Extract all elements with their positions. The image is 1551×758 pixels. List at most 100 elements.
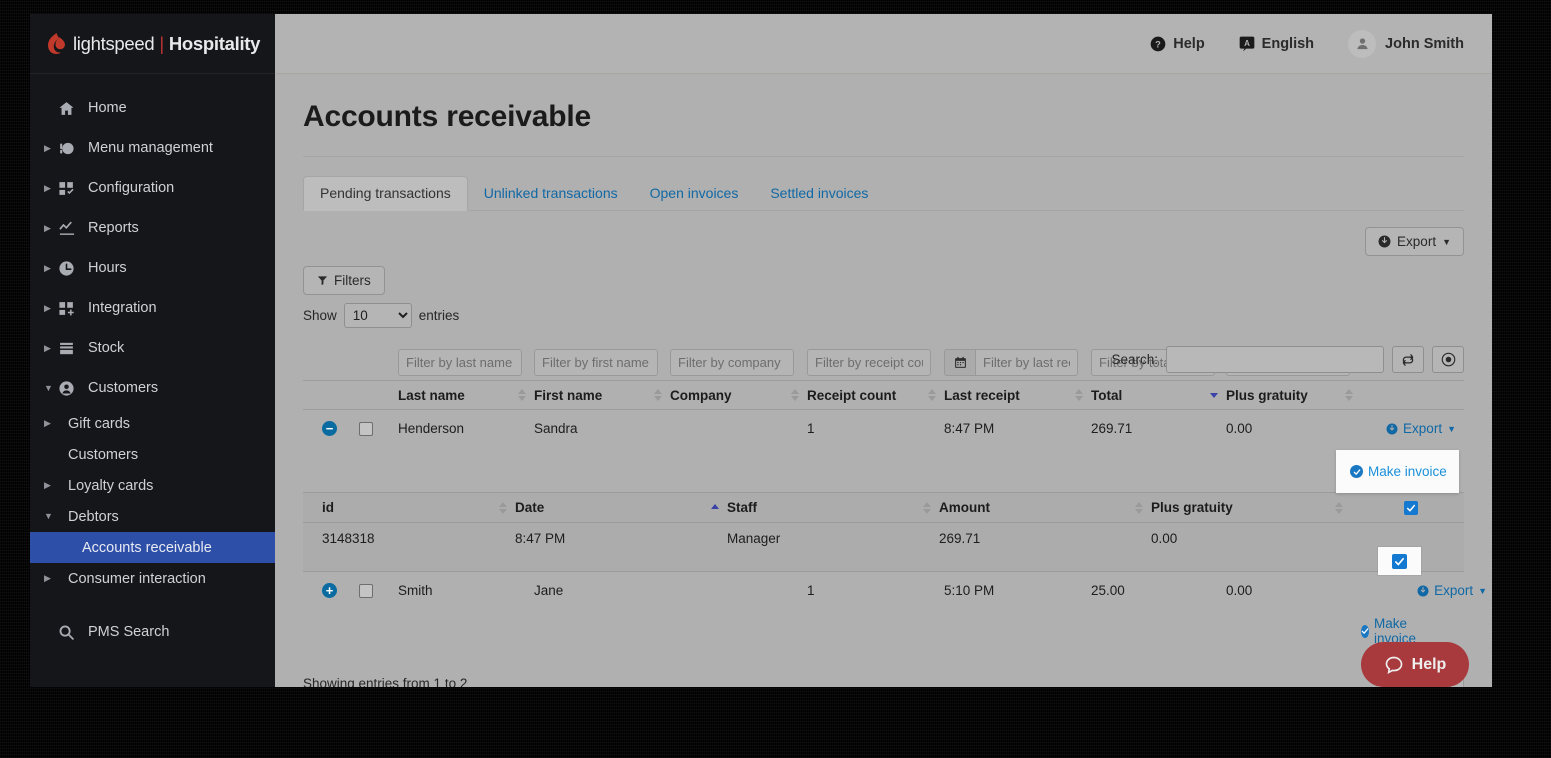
subtable-row-checkbox[interactable] bbox=[1392, 553, 1407, 569]
filters-button[interactable]: Filters bbox=[303, 266, 385, 295]
table-row[interactable]: + Smith Jane 1 5:10 PM 25.00 0.00 Export… bbox=[303, 571, 1487, 655]
search-label: Search: bbox=[1111, 352, 1158, 367]
calendar-icon[interactable] bbox=[944, 348, 975, 376]
row-export-dropdown[interactable]: Export ▼ bbox=[1417, 583, 1487, 598]
col-last-receipt[interactable]: Last receipt bbox=[944, 388, 1091, 403]
sidebar-item-reports[interactable]: ▶ Reports bbox=[30, 208, 275, 248]
row-checkbox[interactable] bbox=[359, 583, 373, 598]
col-receipt-count[interactable]: Receipt count bbox=[807, 388, 944, 403]
col-plus-gratuity[interactable]: Plus gratuity bbox=[1226, 388, 1361, 403]
chevron-right-icon[interactable]: ▶ bbox=[44, 223, 58, 233]
clear-filters-button[interactable] bbox=[1432, 346, 1464, 373]
row-checkbox[interactable] bbox=[359, 421, 373, 436]
select-all-checkbox[interactable] bbox=[1404, 500, 1418, 515]
column-label: Date bbox=[515, 500, 545, 515]
sort-icon[interactable] bbox=[1334, 501, 1343, 514]
application-window: lightspeed | Hospitality Home ▶ Menu man… bbox=[30, 14, 1492, 687]
language-label: English bbox=[1261, 35, 1315, 52]
sort-icon[interactable] bbox=[1074, 389, 1083, 401]
user-menu[interactable]: John Smith bbox=[1348, 29, 1464, 58]
col-company[interactable]: Company bbox=[670, 388, 807, 403]
sort-icon[interactable] bbox=[922, 501, 931, 514]
sidebar-item-accounts-receivable[interactable]: Accounts receivable bbox=[30, 532, 275, 563]
sidebar-item-pms-search[interactable]: PMS Search bbox=[30, 612, 275, 652]
table-row[interactable]: − Henderson Sandra 1 8:47 PM 269.71 0.00 bbox=[303, 410, 1464, 492]
sidebar-item-configuration[interactable]: ▶ Configuration bbox=[30, 168, 275, 208]
subcol-staff[interactable]: Staff bbox=[727, 500, 939, 515]
col-first-name[interactable]: First name bbox=[534, 388, 670, 403]
tab-bar: Pending transactions Unlinked transactio… bbox=[303, 176, 1464, 211]
chevron-right-icon[interactable]: ▶ bbox=[44, 419, 68, 428]
chevron-right-icon[interactable]: ▶ bbox=[44, 481, 68, 490]
chevron-right-icon[interactable]: ▶ bbox=[44, 303, 58, 313]
expand-row-icon[interactable]: + bbox=[322, 583, 337, 598]
make-invoice-menu-item[interactable]: Make invoice bbox=[1350, 464, 1447, 479]
subcol-plus-gratuity[interactable]: Plus gratuity bbox=[1151, 500, 1351, 515]
brand-logo[interactable]: lightspeed | Hospitality bbox=[30, 14, 275, 74]
filter-receipt-count[interactable] bbox=[807, 348, 931, 376]
sort-icon-active-asc[interactable] bbox=[710, 504, 719, 511]
subcol-date[interactable]: Date bbox=[515, 500, 727, 515]
sort-icon[interactable] bbox=[927, 389, 936, 401]
chevron-down-icon[interactable]: ▼ bbox=[44, 383, 58, 393]
sort-icon[interactable] bbox=[498, 501, 507, 514]
sidebar-item-home[interactable]: Home bbox=[30, 88, 275, 128]
collapse-row-icon[interactable]: − bbox=[322, 421, 337, 436]
search-input[interactable] bbox=[1166, 346, 1384, 373]
tab-pending-transactions[interactable]: Pending transactions bbox=[303, 176, 468, 211]
row-export-dropdown[interactable]: Export ▼ bbox=[1386, 421, 1456, 436]
home-icon bbox=[58, 100, 88, 117]
sort-icon[interactable] bbox=[517, 389, 526, 401]
export-button[interactable]: Export ▼ bbox=[1365, 227, 1464, 256]
filter-company[interactable] bbox=[670, 348, 794, 376]
chevron-right-icon[interactable]: ▶ bbox=[44, 574, 68, 583]
sort-icon[interactable] bbox=[1344, 389, 1353, 401]
subtable-row[interactable]: 3148318 8:47 PM Manager 269.71 0.00 bbox=[303, 523, 1464, 553]
subcol-amount[interactable]: Amount bbox=[939, 500, 1151, 515]
sidebar-subitem-label: Consumer interaction bbox=[68, 570, 206, 587]
show-label: Show bbox=[303, 308, 337, 323]
subcol-id[interactable]: id bbox=[303, 500, 515, 515]
chevron-right-icon[interactable]: ▶ bbox=[44, 263, 58, 273]
cell-last-receipt: 8:47 PM bbox=[944, 421, 995, 436]
sidebar-item-hours[interactable]: ▶ Hours bbox=[30, 248, 275, 288]
sidebar-item-debtors[interactable]: ▼ Debtors bbox=[30, 501, 275, 532]
make-invoice-dropdown-menu[interactable]: Make invoice bbox=[1336, 450, 1459, 493]
refresh-button[interactable] bbox=[1392, 346, 1424, 373]
sidebar-item-menu-management[interactable]: ▶ Menu management bbox=[30, 128, 275, 168]
chevron-right-icon[interactable]: ▶ bbox=[44, 183, 58, 193]
sort-icon-active-desc[interactable] bbox=[1209, 392, 1218, 398]
cell-company bbox=[670, 572, 807, 583]
filter-last-receipt[interactable] bbox=[975, 348, 1078, 376]
sort-icon[interactable] bbox=[1134, 501, 1143, 514]
filter-first-name[interactable] bbox=[534, 348, 658, 376]
sidebar-item-stock[interactable]: ▶ Stock bbox=[30, 328, 275, 368]
sidebar-item-gift-cards[interactable]: ▶ Gift cards bbox=[30, 408, 275, 439]
tab-settled-invoices[interactable]: Settled invoices bbox=[754, 177, 884, 210]
subcell-id: 3148318 bbox=[322, 530, 375, 546]
help-circle-icon: ? bbox=[1150, 36, 1166, 52]
col-last-name[interactable]: Last name bbox=[398, 388, 534, 403]
col-total[interactable]: Total bbox=[1091, 388, 1226, 403]
help-widget-button[interactable]: Help bbox=[1361, 642, 1469, 687]
sidebar-item-customers-list[interactable]: Customers bbox=[30, 439, 275, 470]
sort-icon[interactable] bbox=[790, 389, 799, 401]
sidebar-item-integration[interactable]: ▶ Integration bbox=[30, 288, 275, 328]
chevron-right-icon[interactable]: ▶ bbox=[44, 143, 58, 153]
entries-select[interactable]: 102550100 bbox=[343, 303, 412, 328]
sort-icon[interactable] bbox=[653, 389, 662, 401]
help-button[interactable]: ? Help bbox=[1150, 36, 1205, 52]
language-selector[interactable]: A English bbox=[1239, 36, 1314, 52]
tab-open-invoices[interactable]: Open invoices bbox=[634, 177, 755, 210]
chevron-right-icon[interactable]: ▶ bbox=[44, 343, 58, 353]
sidebar-item-loyalty-cards[interactable]: ▶ Loyalty cards bbox=[30, 470, 275, 501]
filter-last-name[interactable] bbox=[398, 348, 522, 376]
make-invoice-label: Make invoice bbox=[1368, 464, 1447, 479]
tab-unlinked-transactions[interactable]: Unlinked transactions bbox=[468, 177, 634, 210]
chevron-down-icon[interactable]: ▼ bbox=[44, 512, 68, 521]
cell-last-name: Henderson bbox=[398, 421, 465, 436]
sidebar-item-customers[interactable]: ▼ Customers bbox=[30, 368, 275, 408]
sidebar-item-consumer-interaction[interactable]: ▶ Consumer interaction bbox=[30, 563, 275, 594]
sidebar-item-label: Integration bbox=[88, 300, 157, 316]
page-title: Accounts receivable bbox=[303, 100, 591, 133]
